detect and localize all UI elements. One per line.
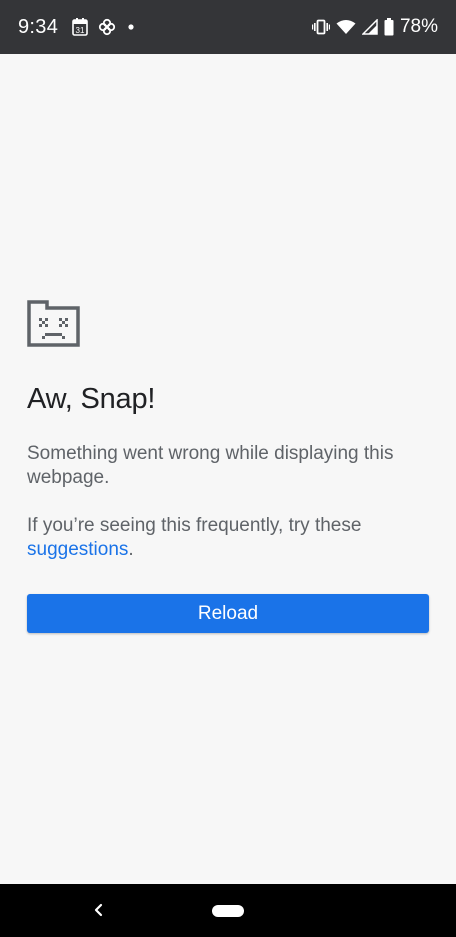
status-left: 9:34 31 — [18, 16, 136, 39]
back-chevron-icon[interactable] — [90, 901, 108, 919]
status-right: 78% — [311, 16, 438, 38]
error-message: Something went wrong while displaying th… — [27, 443, 394, 488]
calendar-day: 31 — [76, 26, 85, 35]
error-content: Aw, Snap! Something went wrong while dis… — [27, 300, 429, 633]
wifi-icon — [336, 19, 356, 35]
notification-dot-icon — [126, 22, 136, 32]
vibrate-icon — [311, 19, 330, 35]
status-bar: 9:34 31 78% — [0, 0, 456, 54]
screen: 9:34 31 78% Aw, Snap! Something went wro… — [0, 0, 456, 937]
nav-bar — [0, 884, 456, 937]
page-title: Aw, Snap! — [27, 383, 156, 415]
suggestions-link[interactable]: suggestions — [27, 539, 128, 560]
suggestion-text: If you’re seeing this frequently, try th… — [27, 514, 429, 562]
status-time: 9:34 — [18, 15, 59, 38]
pinwheel-icon — [98, 18, 116, 36]
reload-button[interactable]: Reload — [27, 594, 429, 633]
sad-tab-icon — [27, 300, 80, 347]
suggestion-prefix: If you’re seeing this frequently, try th… — [27, 515, 362, 536]
calendar-icon: 31 — [72, 18, 88, 36]
battery-icon — [384, 18, 394, 36]
signal-icon — [361, 19, 378, 35]
suggestion-suffix: . — [128, 539, 134, 560]
battery-percent: 78% — [399, 16, 438, 37]
home-pill-icon[interactable] — [212, 905, 244, 917]
